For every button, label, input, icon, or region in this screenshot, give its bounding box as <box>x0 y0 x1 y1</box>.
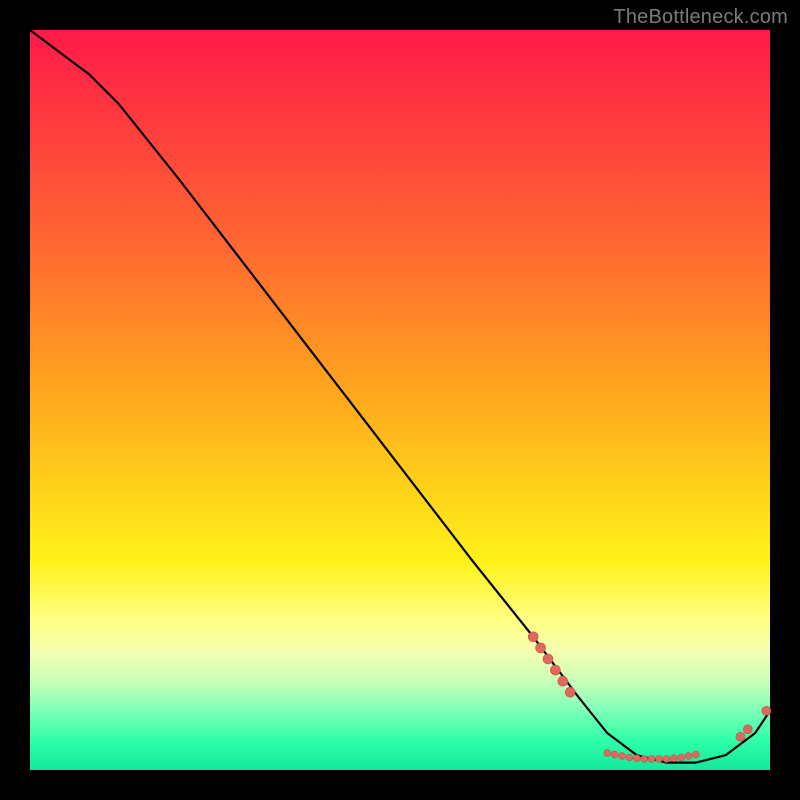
data-marker <box>550 665 560 675</box>
data-marker <box>656 756 663 763</box>
data-marker <box>619 753 626 760</box>
watermark-text: TheBottleneck.com <box>613 6 788 29</box>
data-marker <box>670 755 677 762</box>
data-marker <box>626 754 633 761</box>
data-marker <box>693 751 700 758</box>
data-marker <box>641 756 648 763</box>
chart-svg <box>30 30 770 770</box>
data-marker <box>611 751 618 758</box>
data-marker <box>678 754 685 761</box>
chart-frame: TheBottleneck.com <box>0 0 800 800</box>
data-marker <box>604 750 611 757</box>
data-marker <box>558 676 568 686</box>
data-marker <box>633 755 640 762</box>
data-marker <box>565 687 575 697</box>
data-marker <box>743 725 752 734</box>
plot-area <box>30 30 770 770</box>
marker-layer <box>528 632 771 763</box>
data-marker <box>648 756 655 763</box>
data-marker <box>528 632 538 642</box>
data-marker <box>536 643 546 653</box>
bottleneck-curve <box>30 30 770 763</box>
data-marker <box>736 732 745 741</box>
data-marker <box>762 706 771 715</box>
data-marker <box>663 756 670 763</box>
data-marker <box>543 654 553 664</box>
data-marker <box>685 753 692 760</box>
